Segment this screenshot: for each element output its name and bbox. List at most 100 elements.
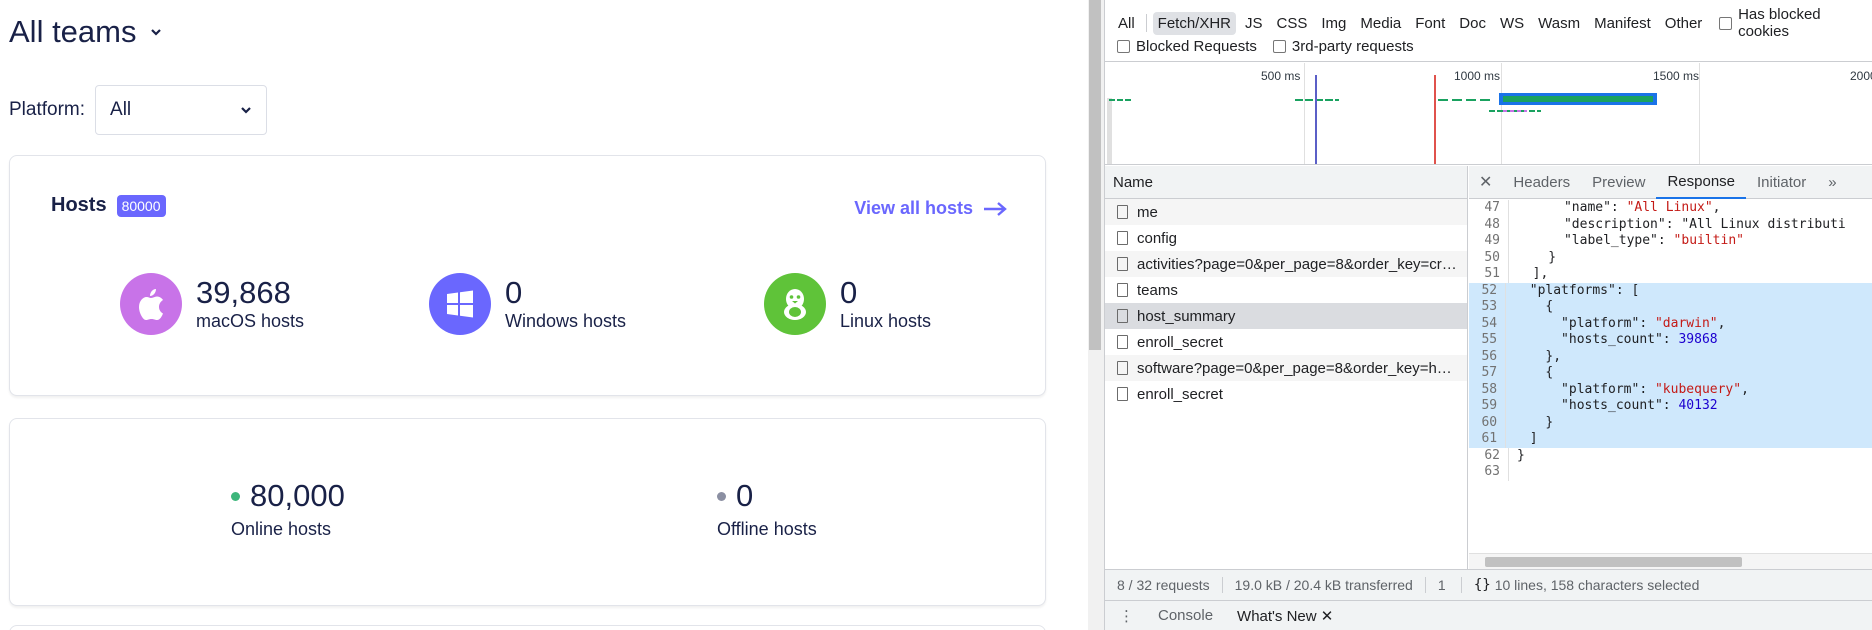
code-line: 60 }	[1469, 414, 1872, 431]
line-number: 59	[1469, 398, 1507, 415]
offline-hosts-stat[interactable]: 0 Offline hosts	[717, 479, 817, 540]
tab-preview[interactable]: Preview	[1581, 166, 1656, 199]
code-text: "platform": "kubequery",	[1506, 381, 1872, 398]
filter-divider	[1145, 14, 1147, 32]
linux-stat[interactable]: 0 Linux hosts	[764, 273, 931, 335]
document-icon	[1117, 231, 1128, 245]
line-number: 48	[1469, 216, 1509, 233]
tab-response[interactable]: Response	[1656, 166, 1747, 199]
checkbox-box	[1719, 16, 1733, 30]
more-tabs-icon[interactable]: »	[1817, 166, 1847, 199]
line-number: 58	[1469, 381, 1507, 398]
app-scrollbar-thumb[interactable]	[1089, 0, 1101, 350]
filter-js[interactable]: JS	[1240, 12, 1268, 35]
request-row-me[interactable]: me	[1105, 199, 1467, 225]
platform-select-value: All	[110, 99, 132, 120]
filter-css[interactable]: CSS	[1272, 12, 1313, 35]
line-number: 53	[1469, 299, 1507, 316]
code-text: {	[1506, 365, 1872, 382]
drawer-tab-label: What's New	[1237, 607, 1317, 625]
code-line: 52 "platforms": [	[1469, 282, 1872, 299]
apple-icon	[120, 273, 182, 335]
filter-ws[interactable]: WS	[1495, 12, 1529, 35]
line-number: 54	[1469, 315, 1507, 332]
host-status-card: 80,000 Online hosts 0 Offline hosts	[9, 418, 1046, 606]
devtools-network-panel: All Fetch/XHR JS CSS Img Media Font Doc …	[1104, 0, 1872, 630]
checkbox-box	[1272, 40, 1286, 53]
code-line: 54 "platform": "darwin",	[1469, 315, 1872, 332]
resources-size: 1	[1426, 577, 1462, 593]
team-dropdown[interactable]: All teams	[9, 14, 162, 50]
network-status-bar: 8 / 32 requests 19.0 kB / 20.4 kB transf…	[1105, 569, 1872, 600]
document-icon	[1117, 309, 1128, 323]
view-all-hosts-link[interactable]: View all hosts	[854, 198, 1007, 219]
tab-headers[interactable]: Headers	[1502, 166, 1581, 199]
close-icon[interactable]: ✕	[1321, 608, 1334, 625]
request-row-enroll-secret[interactable]: enroll_secret	[1105, 381, 1467, 407]
code-line: 55 "hosts_count": 39868	[1469, 332, 1872, 349]
detail-tabs: ✕ Headers Preview Response Initiator »	[1469, 166, 1872, 199]
filter-doc[interactable]: Doc	[1454, 12, 1491, 35]
hosts-title: Hosts	[51, 194, 107, 216]
request-name: enroll_secret	[1137, 333, 1223, 351]
request-row-config[interactable]: config	[1105, 225, 1467, 251]
windows-count: 0	[505, 275, 523, 310]
request-row-software[interactable]: software?page=0&per_page=8&order_key=h…	[1105, 355, 1467, 381]
drawer-menu-icon[interactable]: ⋮	[1119, 607, 1134, 625]
line-number: 56	[1469, 348, 1507, 365]
request-name: host_summary	[1137, 307, 1236, 325]
online-label: Online hosts	[231, 519, 332, 539]
request-row-host-summary[interactable]: host_summary	[1105, 303, 1467, 329]
code-line: 57 {	[1469, 365, 1872, 382]
response-horizontal-scrollbar[interactable]	[1469, 553, 1872, 569]
filter-manifest[interactable]: Manifest	[1589, 12, 1656, 35]
request-row-teams[interactable]: teams	[1105, 277, 1467, 303]
filter-other[interactable]: Other	[1660, 12, 1708, 35]
request-row-activities[interactable]: activities?page=0&per_page=8&order_key=c…	[1105, 251, 1467, 277]
pretty-print-icon[interactable]: {}	[1462, 577, 1495, 593]
code-text: "platforms": [	[1506, 282, 1872, 299]
linux-label: Linux hosts	[840, 311, 932, 331]
arrow-right-icon	[984, 201, 1007, 216]
close-icon[interactable]: ✕	[1469, 172, 1502, 192]
filter-font[interactable]: Font	[1410, 12, 1450, 35]
code-line: 53 {	[1469, 299, 1872, 316]
document-icon	[1117, 283, 1128, 297]
line-number: 60	[1469, 414, 1507, 431]
view-all-label: View all hosts	[854, 198, 973, 218]
document-icon	[1117, 387, 1128, 401]
document-icon	[1117, 361, 1128, 375]
response-code-viewer[interactable]: 47 "name": "All Linux", 48 "description":…	[1469, 200, 1872, 552]
platform-select[interactable]: All	[95, 85, 268, 135]
linux-icon	[764, 273, 826, 335]
drawer-tab-console[interactable]: Console	[1158, 607, 1213, 624]
filter-media[interactable]: Media	[1355, 12, 1406, 35]
windows-stat[interactable]: 0 Windows hosts	[429, 273, 626, 335]
filter-all[interactable]: All	[1113, 12, 1140, 35]
document-icon	[1117, 335, 1128, 349]
request-name: config	[1137, 229, 1178, 247]
name-column-header[interactable]: Name	[1105, 166, 1467, 199]
filter-fetch-xhr[interactable]: Fetch/XHR	[1152, 11, 1237, 35]
tab-initiator[interactable]: Initiator	[1746, 166, 1817, 199]
request-row-enroll-secret[interactable]: enroll_secret	[1105, 329, 1467, 355]
linux-count: 0	[840, 275, 858, 310]
has-blocked-cookies-checkbox[interactable]: Has blocked cookies	[1719, 6, 1872, 40]
scrollbar-thumb[interactable]	[1485, 557, 1742, 567]
code-line: 61 ]	[1469, 431, 1872, 448]
third-party-requests-checkbox[interactable]: 3rd-party requests	[1272, 38, 1414, 55]
network-timeline-overview[interactable]: 500 ms 1000 ms 1500 ms 2000	[1105, 63, 1872, 165]
online-hosts-stat[interactable]: 80,000 Online hosts	[231, 479, 345, 540]
offline-status-dot	[717, 491, 726, 501]
code-text: ]	[1506, 431, 1872, 448]
document-icon	[1117, 257, 1128, 271]
macos-stat[interactable]: 39,868 macOS hosts	[120, 273, 304, 335]
filter-wasm[interactable]: Wasm	[1533, 12, 1585, 35]
request-name: me	[1137, 203, 1158, 221]
filter-img[interactable]: Img	[1316, 12, 1351, 35]
code-line: 51 ],	[1469, 266, 1872, 283]
macos-label: macOS hosts	[196, 311, 305, 331]
blocked-requests-checkbox[interactable]: Blocked Requests	[1117, 38, 1257, 55]
drawer-tab-whats-new[interactable]: What's New ✕	[1237, 607, 1333, 625]
